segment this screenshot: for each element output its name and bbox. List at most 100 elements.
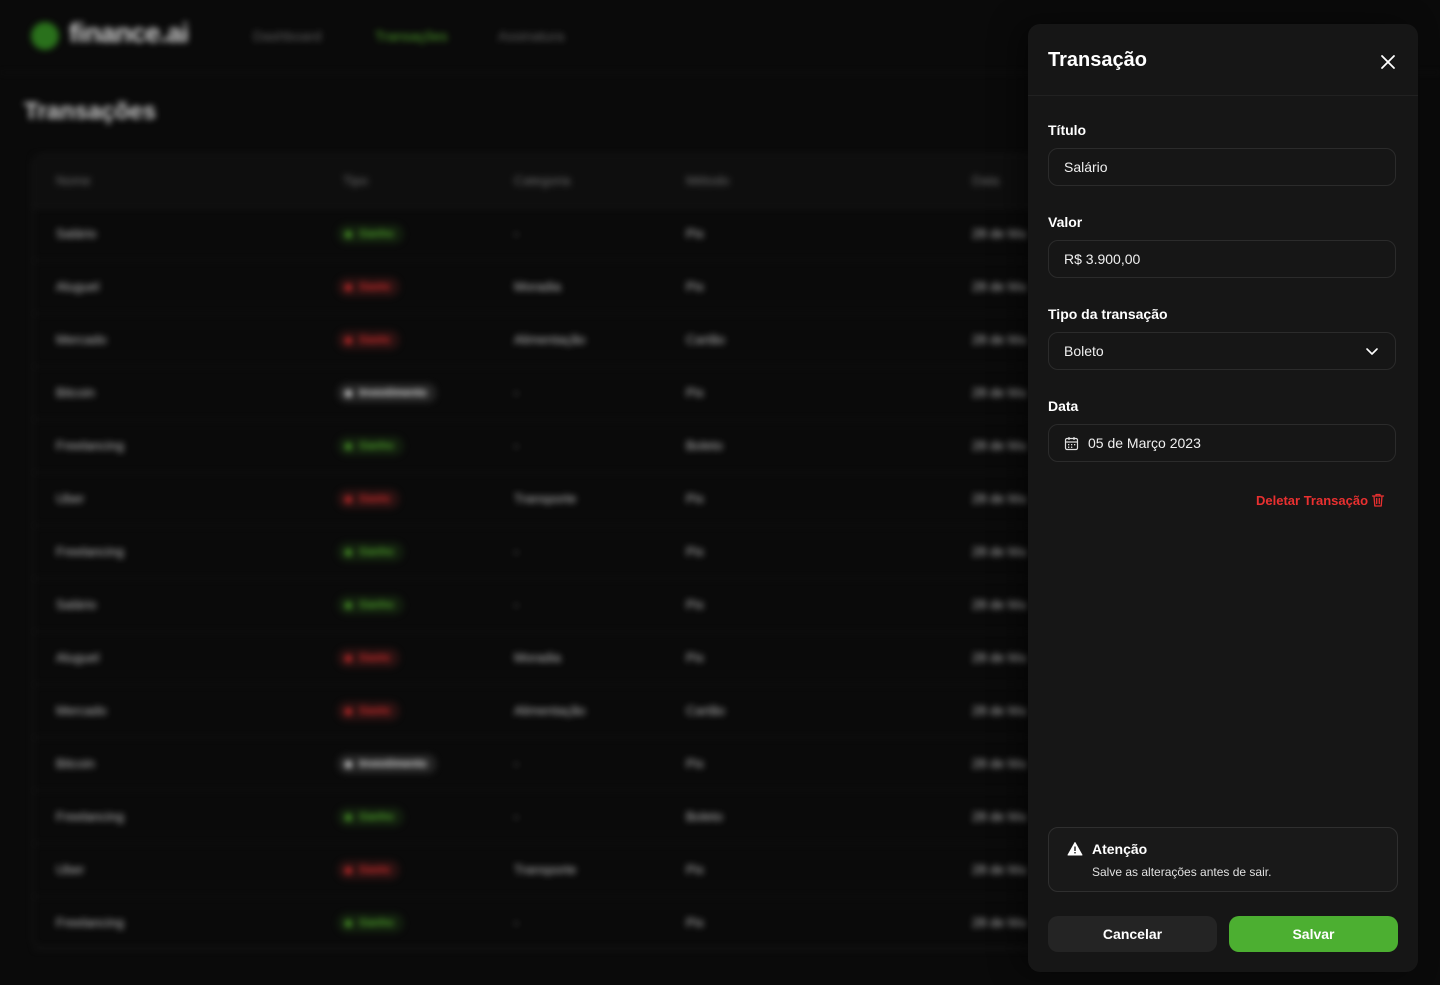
cell-category: - [514, 915, 519, 930]
nav-transactions[interactable]: Transações [375, 28, 448, 44]
cell-method: Pix [686, 491, 705, 506]
date-picker[interactable]: 05 de Março 2023 [1048, 424, 1396, 462]
type-badge: Gasto [337, 648, 401, 668]
cell-name: Bitcoin [56, 385, 96, 400]
cell-date: 28 de Ma [972, 597, 1027, 612]
unsaved-changes-alert: Atenção Salve as alterações antes de sai… [1048, 827, 1398, 892]
type-badge: Gasto [337, 489, 401, 509]
column-header-date: Data [972, 173, 1000, 188]
amount-label: Valor [1048, 214, 1083, 230]
cell-method: Pix [686, 279, 705, 294]
cell-category: Alimentação [514, 332, 586, 347]
transaction-sheet: Transação Título Valor Tipo da transação… [1028, 24, 1418, 972]
amount-input[interactable] [1064, 251, 1374, 267]
type-badge: Gasto [337, 277, 401, 297]
cell-date: 28 de Ma [972, 544, 1027, 559]
cancel-button[interactable]: Cancelar [1048, 916, 1217, 952]
chevron-down-icon [1366, 348, 1378, 355]
close-icon [1381, 55, 1395, 69]
cell-category: - [514, 544, 519, 559]
type-badge: Investimento [337, 754, 437, 774]
cell-method: Pix [686, 862, 705, 877]
cell-category: - [514, 597, 519, 612]
table-header: Nome Tipo Categoria Método Data [33, 155, 1133, 208]
type-badge: Investimento [337, 383, 437, 403]
cell-name: Aluguel [56, 650, 100, 665]
cell-method: Pix [686, 226, 705, 241]
cell-name: Salário [56, 226, 97, 241]
cell-category: - [514, 756, 519, 771]
cell-date: 28 de Ma [972, 491, 1027, 506]
column-header-category: Categoria [514, 173, 571, 188]
cell-category: - [514, 385, 519, 400]
table-row[interactable]: Mercado Gasto Alimentação Cartão 28 de Ma [33, 684, 1133, 738]
cell-date: 28 de Ma [972, 226, 1027, 241]
logo-icon [31, 22, 59, 50]
table-row[interactable]: Uber Gasto Transporte Pix 28 de Ma [33, 843, 1133, 897]
table-row[interactable]: Bitcoin Investimento - Pix 28 de Ma [33, 366, 1133, 420]
table-row[interactable]: Bitcoin Investimento - Pix 28 de Ma [33, 737, 1133, 791]
cell-method: Pix [686, 915, 705, 930]
cell-date: 28 de Ma [972, 915, 1027, 930]
title-label: Título [1048, 122, 1087, 138]
cell-category: Moradia [514, 650, 561, 665]
type-select-value: Boleto [1064, 343, 1104, 359]
cell-name: Mercado [56, 332, 107, 347]
type-badge: Gasto [337, 330, 401, 350]
sheet-title: Transação [1048, 49, 1147, 71]
cell-date: 28 de Ma [972, 650, 1027, 665]
cell-date: 28 de Ma [972, 756, 1027, 771]
date-label: Data [1048, 398, 1079, 414]
table-row[interactable]: Aluguel Gasto Moradia Pix 28 de Ma [33, 631, 1133, 685]
cell-date: 28 de Ma [972, 809, 1027, 824]
type-badge: Ganho [337, 542, 404, 562]
cell-category: Transporte [514, 862, 577, 877]
table-row[interactable]: Uber Gasto Transporte Pix 28 de Ma [33, 472, 1133, 526]
cell-method: Boleto [686, 438, 723, 453]
brand-logo: finance.ai [69, 18, 189, 48]
calendar-icon [1064, 437, 1079, 451]
trash-icon[interactable] [1370, 492, 1386, 508]
close-button[interactable] [1376, 50, 1400, 74]
type-badge: Ganho [337, 436, 404, 456]
cell-method: Cartão [686, 332, 726, 347]
title-input[interactable] [1064, 159, 1374, 175]
cell-name: Mercado [56, 703, 107, 718]
table-row[interactable]: Aluguel Gasto Moradia Pix 28 de Ma [33, 260, 1133, 314]
table-row[interactable]: Salário Ganho - Pix 28 de Ma [33, 207, 1133, 261]
amount-field[interactable] [1048, 240, 1396, 278]
alert-description: Salve as alterações antes de sair. [1092, 865, 1272, 879]
type-badge: Gasto [337, 860, 401, 880]
cell-name: Freelancing [56, 809, 124, 824]
column-header-type: Tipo [343, 173, 368, 188]
cell-method: Cartão [686, 703, 726, 718]
save-button[interactable]: Salvar [1229, 916, 1398, 952]
table-row[interactable]: Freelancing Ganho - Pix 28 de Ma [33, 525, 1133, 579]
type-select[interactable]: Boleto [1048, 332, 1396, 370]
title-field[interactable] [1048, 148, 1396, 186]
type-badge: Gasto [337, 701, 401, 721]
date-value: 05 de Março 2023 [1088, 435, 1201, 451]
table-row[interactable]: Freelancing Ganho - Boleto 28 de Ma [33, 790, 1133, 844]
cell-method: Pix [686, 544, 705, 559]
table-row[interactable]: Mercado Gasto Alimentação Cartão 28 de Ma [33, 313, 1133, 367]
nav-dashboard[interactable]: Dashboard [253, 28, 322, 44]
type-badge: Ganho [337, 807, 404, 827]
cell-method: Boleto [686, 809, 723, 824]
cell-name: Uber [56, 491, 85, 506]
cell-date: 28 de Ma [972, 332, 1027, 347]
cell-category: Alimentação [514, 703, 586, 718]
type-badge: Ganho [337, 913, 404, 933]
table-row[interactable]: Freelancing Ganho - Pix 28 de Ma [33, 896, 1133, 950]
cell-name: Freelancing [56, 915, 124, 930]
nav-subscription[interactable]: Assinatura [498, 28, 564, 44]
delete-transaction-button[interactable]: Deletar Transação [1256, 493, 1368, 508]
transactions-table: Nome Tipo Categoria Método Data Salário G… [32, 154, 1134, 950]
table-row[interactable]: Salário Ganho - Pix 28 de Ma [33, 578, 1133, 632]
type-badge: Ganho [337, 595, 404, 615]
cell-date: 28 de Ma [972, 279, 1027, 294]
column-header-method: Método [686, 173, 730, 188]
cell-date: 28 de Ma [972, 862, 1027, 877]
alert-title: Atenção [1092, 841, 1148, 857]
table-row[interactable]: Freelancing Ganho - Boleto 28 de Ma [33, 419, 1133, 473]
